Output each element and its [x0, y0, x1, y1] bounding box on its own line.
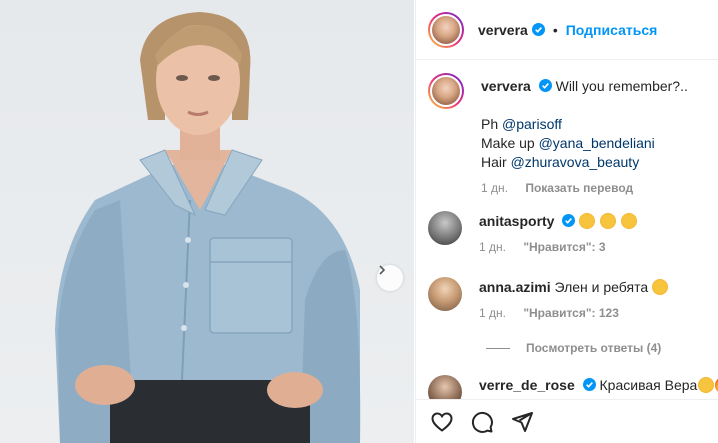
photo-illustration	[55, 12, 361, 443]
caption: ververa Will you remember?.. Ph @parisof…	[428, 73, 711, 196]
caption-avatar[interactable]	[428, 73, 464, 109]
verified-badge-icon	[582, 378, 596, 391]
follow-button[interactable]: Подписаться	[566, 22, 658, 38]
view-replies-button[interactable]: Посмотреть ответы (4)	[486, 341, 661, 355]
caption-time[interactable]: 1 дн.	[481, 181, 508, 195]
star-struck-emoji-icon	[652, 279, 669, 295]
comment-item: anna.azimi Элен и ребята 1 дн. "Нравится…	[428, 277, 709, 321]
paper-plane-icon[interactable]	[510, 410, 534, 434]
credit-prefix: Make up	[481, 135, 535, 151]
commenter-avatar[interactable]	[428, 277, 462, 311]
verified-badge-icon	[531, 23, 545, 36]
comment-item: verre_de_rose Красивая Вера	[428, 375, 718, 399]
credit-prefix: Hair	[481, 154, 507, 170]
star-struck-emoji-icon	[600, 213, 617, 229]
commenter-avatar[interactable]	[428, 375, 462, 399]
author-username[interactable]: ververa	[478, 22, 528, 38]
comment-username[interactable]: anitasporty	[479, 213, 554, 229]
commenter-avatar[interactable]	[428, 211, 462, 245]
comment-item: anitasporty 1 дн. "Нравится": 3	[428, 211, 709, 255]
comment-text: Красивая Вера	[599, 377, 698, 393]
comment-likes[interactable]: "Нравится": 3	[523, 240, 605, 254]
separator-dot: •	[552, 21, 558, 38]
caption-text: Will you remember?..	[555, 78, 688, 94]
translate-link[interactable]: Показать перевод	[525, 181, 633, 195]
comment-username[interactable]: anna.azimi	[479, 279, 551, 295]
verified-badge-icon	[562, 214, 576, 227]
heart-icon[interactable]	[430, 410, 454, 434]
credit-prefix: Ph	[481, 116, 499, 132]
comment-bubble-icon[interactable]	[470, 410, 494, 434]
comments-list: ververa Will you remember?.. Ph @parisof…	[416, 61, 718, 399]
post-side-panel: ververa • Подписаться ververa Will you r	[415, 0, 718, 443]
comment-likes[interactable]: "Нравится": 123	[523, 306, 619, 320]
post-photo[interactable]	[0, 0, 414, 443]
comment-text: Элен и ребята	[554, 279, 649, 295]
comment-time[interactable]: 1 дн.	[479, 240, 506, 254]
star-struck-emoji-icon	[579, 213, 596, 229]
post-header: ververa • Подписаться	[416, 0, 718, 60]
comment-username[interactable]: verre_de_rose	[479, 377, 575, 393]
replies-divider	[486, 347, 510, 349]
star-struck-emoji-icon	[698, 377, 715, 393]
star-struck-emoji-icon	[621, 213, 638, 229]
action-bar	[416, 399, 718, 443]
chevron-right-icon	[379, 265, 386, 275]
author-avatar[interactable]	[428, 11, 464, 48]
credit-mention[interactable]: @yana_bendeliani	[539, 135, 655, 151]
next-photo-button[interactable]	[377, 265, 403, 291]
credit-mention[interactable]: @zhuravova_beauty	[511, 154, 640, 170]
verified-badge-icon	[538, 79, 552, 92]
caption-username[interactable]: ververa	[481, 78, 531, 94]
view-replies-label: Посмотреть ответы (4)	[526, 341, 662, 355]
credit-mention[interactable]: @parisoff	[502, 116, 562, 132]
comment-time[interactable]: 1 дн.	[479, 306, 506, 320]
